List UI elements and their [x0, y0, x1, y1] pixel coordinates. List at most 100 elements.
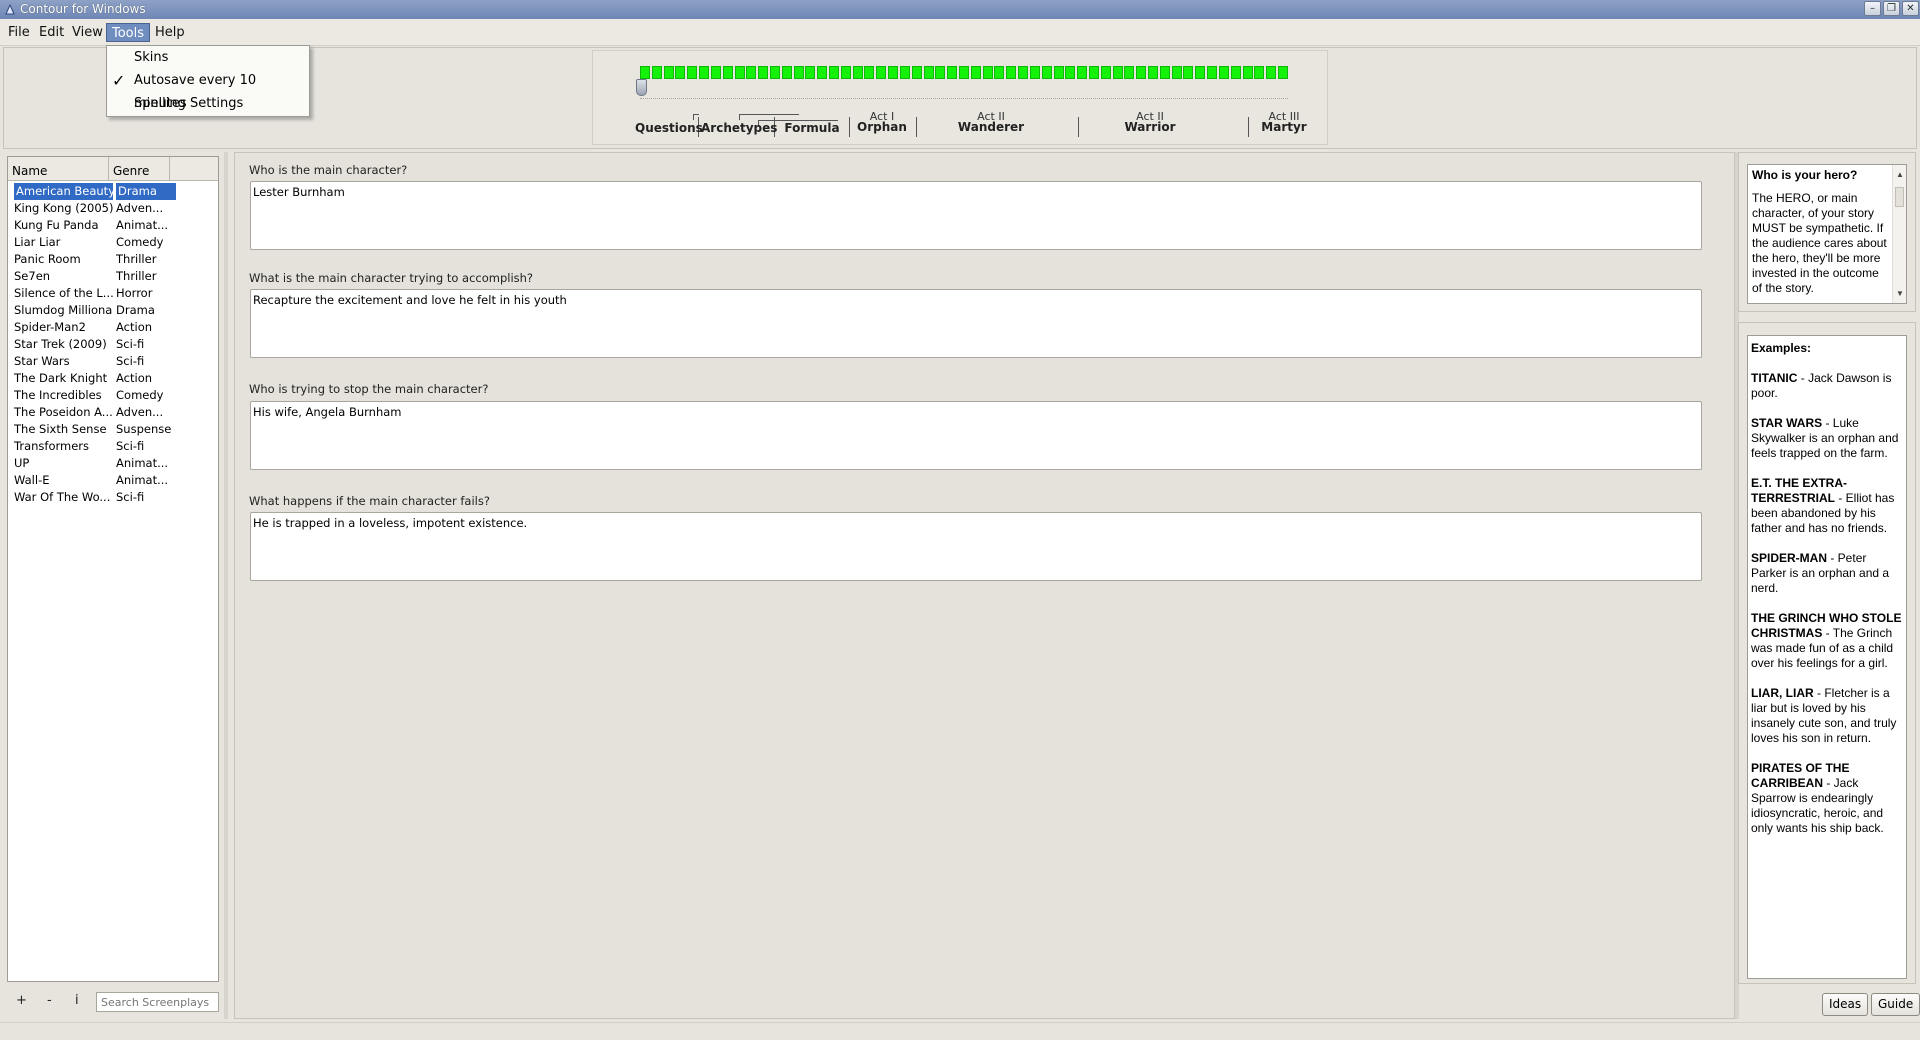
ideas-button[interactable]: Ideas [1822, 993, 1869, 1016]
close-button[interactable]: ✕ [1902, 1, 1919, 16]
table-row[interactable]: The Poseidon A... Adven... [8, 404, 218, 421]
table-row[interactable]: Panic Room Thriller [8, 251, 218, 268]
example-item: PIRATES OF THE CARRIBEAN - Jack Sparrow … [1751, 761, 1884, 835]
progress-segment [1124, 66, 1135, 79]
menu-help[interactable]: Help [150, 23, 190, 42]
table-row[interactable]: Star Wars Sci-fi [8, 353, 218, 370]
cell-name: The Sixth Sense [14, 422, 107, 436]
menu-item-label: Skins [134, 50, 169, 65]
example-item: THE GRINCH WHO STOLE CHRISTMAS - The Gri… [1751, 611, 1902, 670]
table-row[interactable]: The Sixth Sense Suspense [8, 421, 218, 438]
help-scrollbar[interactable]: ▲ ▼ [1892, 165, 1906, 303]
menu-file[interactable]: File [3, 23, 35, 42]
cell-genre: Thriller [116, 252, 157, 266]
progress-segment [888, 66, 899, 79]
table-row[interactable]: Wall-E Animat... [8, 472, 218, 489]
section-formula[interactable]: Formula [774, 122, 850, 134]
section-act3-martyr[interactable]: Act III Martyr [1249, 111, 1319, 133]
table-row[interactable]: Star Trek (2009) Sci-fi [8, 336, 218, 353]
progress-segment [1053, 66, 1064, 79]
cell-name: Panic Room [14, 252, 81, 266]
progress-segments [640, 66, 1288, 79]
menu-view[interactable]: View [67, 23, 108, 42]
progress-segment [758, 66, 769, 79]
list-controls: + - i [7, 988, 219, 1018]
add-screenplay-button[interactable]: + [16, 993, 27, 1008]
scroll-up-icon[interactable]: ▲ [1893, 167, 1906, 182]
table-row[interactable]: The Dark Knight Action [8, 370, 218, 387]
menu-edit[interactable]: Edit [34, 23, 69, 42]
scroll-down-icon[interactable]: ▼ [1893, 286, 1906, 301]
table-row[interactable]: Liar Liar Comedy [8, 234, 218, 251]
cell-name: Wall-E [14, 473, 50, 487]
questions-panel: Who is the main character? Lester Burnha… [234, 152, 1735, 1019]
section-questions[interactable]: Questions [635, 122, 703, 134]
menu-item-skins[interactable]: Skins [107, 46, 309, 69]
menu-item-spelling-settings[interactable]: Spelling Settings [107, 92, 309, 115]
table-row[interactable]: War Of The Wo... Sci-fi [8, 489, 218, 506]
help-body: The HERO, or main character, of your sto… [1752, 191, 1887, 295]
column-header-genre[interactable]: Genre [109, 157, 170, 181]
example-item: LIAR, LIAR - Fletcher is a liar but is l… [1751, 686, 1897, 745]
progress-segment [911, 66, 922, 79]
progress-segment [1100, 66, 1111, 79]
splitter-left[interactable] [224, 152, 228, 1019]
table-row[interactable]: UP Animat... [8, 455, 218, 472]
progress-segment [699, 66, 710, 79]
search-input[interactable] [96, 992, 219, 1012]
table-row[interactable]: The Incredibles Comedy [8, 387, 218, 404]
cell-name: Silence of the L... [14, 286, 113, 300]
cell-name: Liar Liar [14, 235, 61, 249]
progress-segment [1278, 66, 1288, 79]
scroll-thumb[interactable] [1895, 187, 1904, 207]
list-header: Name Genre [8, 157, 218, 181]
table-row[interactable]: American Beauty Drama [8, 183, 218, 200]
cell-genre: Comedy [116, 235, 164, 249]
progress-segment [1112, 66, 1123, 79]
progress-segment [1183, 66, 1194, 79]
progress-segment [935, 66, 946, 79]
cell-name: The Incredibles [14, 388, 102, 402]
remove-screenplay-button[interactable]: - [47, 993, 52, 1008]
answer-field[interactable]: Lester Burnham [250, 181, 1702, 250]
progress-segment [1077, 66, 1088, 79]
story-timeline: Questions Archetypes Formula Act I Orphan… [592, 50, 1328, 145]
guide-button[interactable]: Guide [1871, 993, 1920, 1016]
timeline-divider [1078, 117, 1079, 137]
progress-segment [1088, 66, 1099, 79]
answer-field[interactable]: His wife, Angela Burnham [250, 401, 1702, 470]
table-row[interactable]: Kung Fu Panda Animat... [8, 217, 218, 234]
column-header-name[interactable]: Name [8, 157, 109, 181]
table-row[interactable]: Silence of the L... Horror [8, 285, 218, 302]
progress-segment [722, 66, 733, 79]
progress-segment [1207, 66, 1218, 79]
answer-field[interactable]: Recapture the excitement and love he fel… [250, 289, 1702, 358]
cell-name: Kung Fu Panda [14, 218, 99, 232]
cell-genre: Animat... [116, 473, 169, 487]
answer-field[interactable]: He is trapped in a loveless, impotent ex… [250, 512, 1702, 581]
examples-text: Examples: TITANIC - Jack Dawson is poor.… [1747, 335, 1907, 979]
example-item: SPIDER-MAN - Peter Parker is an orphan a… [1751, 551, 1890, 595]
cell-genre: Action [116, 320, 153, 334]
info-button[interactable]: i [75, 993, 79, 1008]
help-panel: Who is your hero? The HERO, or main char… [1738, 152, 1916, 312]
cell-genre: Adven... [116, 201, 164, 215]
progress-segment [1148, 66, 1159, 79]
table-row[interactable]: Spider-Man2 Action [8, 319, 218, 336]
restore-button[interactable]: ❐ [1883, 1, 1900, 16]
cell-name: Se7en [14, 269, 51, 283]
menu-tools[interactable]: Tools [106, 23, 151, 42]
table-row[interactable]: Slumdog MillionaireDrama [8, 302, 218, 319]
table-row[interactable]: King Kong (2005) Adven... [8, 200, 218, 217]
section-act2-warrior[interactable]: Act II Warrior [1085, 111, 1215, 133]
table-row[interactable]: Transformers Sci-fi [8, 438, 218, 455]
timeline-slider-handle[interactable] [636, 79, 647, 96]
menu-item-autosave[interactable]: ✓ Autosave every 10 minutes [107, 69, 309, 111]
question-label: What is the main character trying to acc… [249, 271, 534, 285]
section-act1-orphan[interactable]: Act I Orphan [848, 111, 916, 133]
minimize-button[interactable]: – [1864, 1, 1881, 16]
section-act2-wanderer[interactable]: Act II Wanderer [926, 111, 1056, 133]
progress-segment [1029, 66, 1040, 79]
table-row[interactable]: Se7en Thriller [8, 268, 218, 285]
section-archetypes[interactable]: Archetypes [701, 122, 777, 134]
